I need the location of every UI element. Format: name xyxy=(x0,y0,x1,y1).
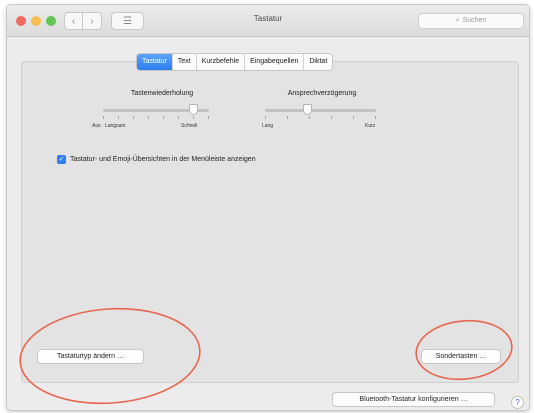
tick-mark xyxy=(118,116,119,119)
help-button[interactable]: ? xyxy=(511,396,524,409)
key-repeat-title: Tastenwiederholung xyxy=(130,90,194,97)
tab-tastatur[interactable]: Tastatur xyxy=(137,54,172,70)
tick-mark xyxy=(375,116,376,119)
slider-max-label: Schnell xyxy=(181,123,198,129)
delay-until-repeat-title: Ansprechverzögerung xyxy=(287,90,357,97)
tick-mark xyxy=(331,116,332,119)
tick-mark xyxy=(287,116,288,119)
tick-mark xyxy=(178,116,179,119)
tick-mark xyxy=(193,116,194,119)
slider-long-label: Lang xyxy=(262,123,274,129)
title-bar: ‹ › ☰ Tastatur ⌕ Suchen xyxy=(7,5,529,37)
tick-mark xyxy=(133,116,134,119)
tab-text[interactable]: Text xyxy=(171,54,196,70)
search-field[interactable]: ⌕ Suchen xyxy=(418,13,524,29)
tick-mark xyxy=(265,116,266,119)
key-repeat-knob[interactable] xyxy=(189,104,199,115)
tick-mark xyxy=(163,116,164,119)
preferences-window: ‹ › ☰ Tastatur ⌕ Suchen Tastatur Text Kur… xyxy=(6,4,530,411)
bluetooth-keyboard-setup-button[interactable]: Bluetooth-Tastatur konfigurieren … xyxy=(332,392,495,407)
modifier-keys-button[interactable]: Sondertasten … xyxy=(421,349,501,364)
search-placeholder: Suchen xyxy=(462,17,487,24)
tab-bar: Tastatur Text Kurzbefehle Eingabequellen… xyxy=(136,53,334,71)
delay-track[interactable] xyxy=(265,109,376,112)
tab-kurzbefehle[interactable]: Kurzbefehle xyxy=(195,54,244,70)
tick-mark xyxy=(103,116,104,119)
show-keyboard-viewer-option[interactable]: ✓ Tastatur- und Emoji-Übersichten in der… xyxy=(57,155,256,164)
tab-eingabequellen[interactable]: Eingabequellen xyxy=(244,54,303,70)
tick-mark xyxy=(309,116,310,119)
checkmark-icon[interactable]: ✓ xyxy=(57,155,66,164)
slider-short-label: Kurz xyxy=(365,123,376,129)
delay-knob[interactable] xyxy=(303,104,313,115)
tab-diktat[interactable]: Diktat xyxy=(303,54,332,70)
change-keyboard-type-button[interactable]: Tastaturtyp ändern … xyxy=(37,349,144,364)
slider-slow-label: Langsam xyxy=(105,123,126,129)
tick-mark xyxy=(353,116,354,119)
slider-min-label: Aus xyxy=(92,123,101,129)
tick-mark xyxy=(148,116,149,119)
checkbox-label: Tastatur- und Emoji-Übersichten in der M… xyxy=(70,156,256,163)
tick-mark xyxy=(208,116,209,119)
search-icon: ⌕ xyxy=(455,17,460,24)
